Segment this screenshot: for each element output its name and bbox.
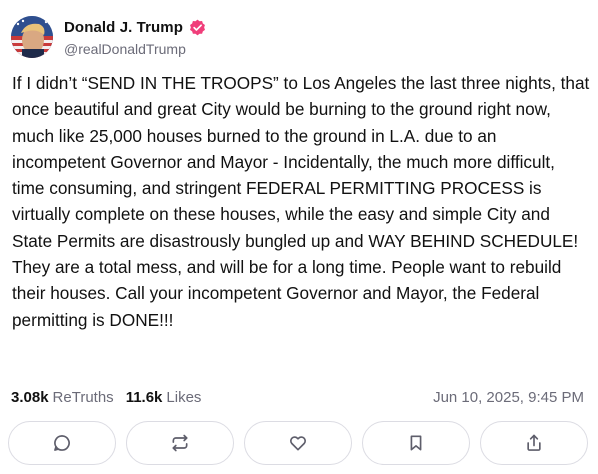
reply-icon <box>54 435 70 451</box>
bookmark-button[interactable] <box>362 421 470 465</box>
author-handle[interactable]: @realDonaldTrump <box>64 41 206 57</box>
heart-icon <box>289 436 307 451</box>
retruth-button[interactable] <box>126 421 234 465</box>
flag-avatar-icon <box>11 16 53 58</box>
likes-label[interactable]: Likes <box>166 389 201 406</box>
like-button[interactable] <box>244 421 352 465</box>
likes-count[interactable]: 11.6k <box>126 389 163 406</box>
retruths-label[interactable]: ReTruths <box>53 389 114 406</box>
post-body: If I didn’t “SEND IN THE TROOPS” to Los … <box>12 73 590 330</box>
action-bar <box>8 421 588 467</box>
post-timestamp[interactable]: Jun 10, 2025, 9:45 PM <box>433 389 584 406</box>
reply-button[interactable] <box>8 421 116 465</box>
post-stats: 3.08k ReTruths 11.6k Likes Jun 10, 2025,… <box>11 387 584 407</box>
truth-post: Donald J. Trump @realDonaldTrump If I di… <box>0 0 598 474</box>
share-button[interactable] <box>480 421 588 465</box>
author-display-name[interactable]: Donald J. Trump <box>64 19 183 36</box>
share-icon <box>527 434 541 451</box>
avatar[interactable] <box>11 16 53 58</box>
author-info: Donald J. Trump @realDonaldTrump <box>64 18 206 57</box>
retruths-count[interactable]: 3.08k <box>11 389 49 406</box>
verified-badge-icon <box>189 19 206 36</box>
bookmark-icon <box>410 435 422 451</box>
post-header: Donald J. Trump @realDonaldTrump <box>11 14 206 60</box>
retruth-icon <box>172 434 188 452</box>
